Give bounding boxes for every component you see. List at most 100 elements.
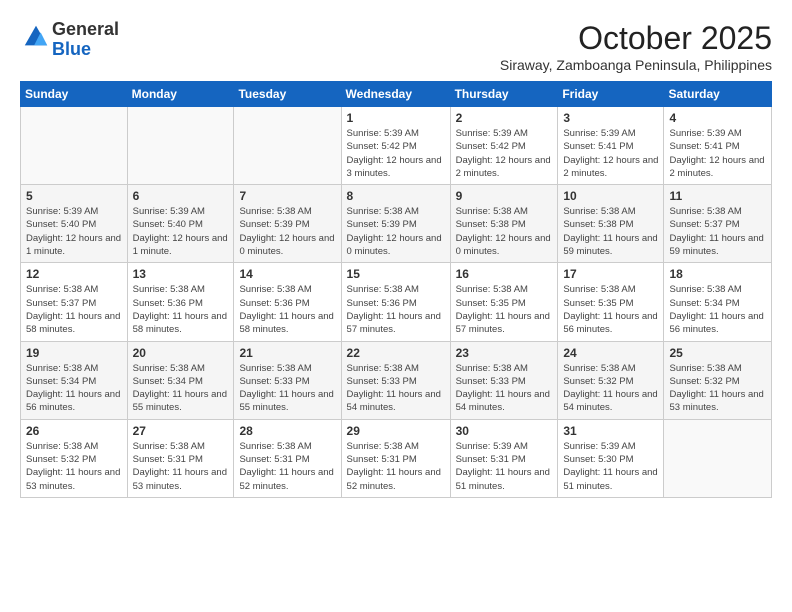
logo-blue: Blue [52,39,91,59]
calendar-cell: 20 Sunrise: 5:38 AMSunset: 5:34 PMDayligh… [127,341,234,419]
calendar-cell: 12 Sunrise: 5:38 AMSunset: 5:37 PMDayligh… [21,263,128,341]
calendar-cell: 19 Sunrise: 5:38 AMSunset: 5:34 PMDayligh… [21,341,128,419]
day-info: Sunrise: 5:39 AMSunset: 5:41 PMDaylight:… [563,127,658,180]
day-number: 15 [347,267,445,281]
calendar-table: SundayMondayTuesdayWednesdayThursdayFrid… [20,81,772,498]
title-section: October 2025 Siraway, Zamboanga Peninsul… [500,20,772,73]
weekday-header-sunday: Sunday [21,82,128,107]
calendar-week-row: 19 Sunrise: 5:38 AMSunset: 5:34 PMDayligh… [21,341,772,419]
day-number: 9 [456,189,553,203]
logo-text: General Blue [52,20,119,60]
calendar-cell: 24 Sunrise: 5:38 AMSunset: 5:32 PMDayligh… [558,341,664,419]
day-info: Sunrise: 5:39 AMSunset: 5:40 PMDaylight:… [26,205,122,258]
month-title: October 2025 [500,20,772,57]
day-number: 6 [133,189,229,203]
calendar-cell: 26 Sunrise: 5:38 AMSunset: 5:32 PMDayligh… [21,419,128,497]
calendar-cell [234,107,341,185]
day-number: 2 [456,111,553,125]
calendar-cell [21,107,128,185]
day-number: 4 [669,111,766,125]
day-info: Sunrise: 5:38 AMSunset: 5:33 PMDaylight:… [456,362,553,415]
calendar-cell: 22Sunrise: 5:38 AMSunset: 5:33 PMDayligh… [341,341,450,419]
weekday-header-tuesday: Tuesday [234,82,341,107]
day-info: Sunrise: 5:38 AMSunset: 5:39 PMDaylight:… [239,205,335,258]
calendar-cell: 29Sunrise: 5:38 AMSunset: 5:31 PMDayligh… [341,419,450,497]
day-number: 3 [563,111,658,125]
calendar-cell: 27Sunrise: 5:38 AMSunset: 5:31 PMDayligh… [127,419,234,497]
calendar-cell: 23 Sunrise: 5:38 AMSunset: 5:33 PMDayligh… [450,341,558,419]
day-info: Sunrise: 5:38 AMSunset: 5:36 PMDaylight:… [239,283,335,336]
calendar-cell: 3 Sunrise: 5:39 AMSunset: 5:41 PMDaylight… [558,107,664,185]
weekday-header-friday: Friday [558,82,664,107]
day-number: 24 [563,346,658,360]
day-number: 7 [239,189,335,203]
day-info: Sunrise: 5:38 AMSunset: 5:36 PMDaylight:… [347,283,445,336]
day-info: Sunrise: 5:38 AMSunset: 5:37 PMDaylight:… [26,283,122,336]
day-number: 22 [347,346,445,360]
day-number: 26 [26,424,122,438]
day-info: Sunrise: 5:38 AMSunset: 5:34 PMDaylight:… [133,362,229,415]
day-number: 11 [669,189,766,203]
day-info: Sunrise: 5:38 AMSunset: 5:35 PMDaylight:… [456,283,553,336]
day-number: 18 [669,267,766,281]
calendar-cell: 14 Sunrise: 5:38 AMSunset: 5:36 PMDayligh… [234,263,341,341]
weekday-header-thursday: Thursday [450,82,558,107]
calendar-cell: 4 Sunrise: 5:39 AMSunset: 5:41 PMDaylight… [664,107,772,185]
calendar-cell: 6 Sunrise: 5:39 AMSunset: 5:40 PMDaylight… [127,185,234,263]
calendar-cell: 28Sunrise: 5:38 AMSunset: 5:31 PMDayligh… [234,419,341,497]
day-number: 14 [239,267,335,281]
day-info: Sunrise: 5:38 AMSunset: 5:35 PMDaylight:… [563,283,658,336]
calendar-cell [664,419,772,497]
day-info: Sunrise: 5:39 AMSunset: 5:42 PMDaylight:… [456,127,553,180]
logo: General Blue [20,20,119,60]
day-info: Sunrise: 5:38 AMSunset: 5:31 PMDaylight:… [133,440,229,493]
calendar-cell: 31 Sunrise: 5:39 AMSunset: 5:30 PMDayligh… [558,419,664,497]
day-info: Sunrise: 5:39 AMSunset: 5:30 PMDaylight:… [563,440,658,493]
day-number: 13 [133,267,229,281]
day-info: Sunrise: 5:38 AMSunset: 5:38 PMDaylight:… [563,205,658,258]
day-info: Sunrise: 5:38 AMSunset: 5:36 PMDaylight:… [133,283,229,336]
day-info: Sunrise: 5:38 AMSunset: 5:34 PMDaylight:… [669,283,766,336]
calendar-cell: 10Sunrise: 5:38 AMSunset: 5:38 PMDayligh… [558,185,664,263]
day-info: Sunrise: 5:38 AMSunset: 5:34 PMDaylight:… [26,362,122,415]
day-info: Sunrise: 5:38 AMSunset: 5:32 PMDaylight:… [563,362,658,415]
weekday-header-saturday: Saturday [664,82,772,107]
calendar-week-row: 26 Sunrise: 5:38 AMSunset: 5:32 PMDayligh… [21,419,772,497]
day-number: 1 [347,111,445,125]
calendar-cell: 5Sunrise: 5:39 AMSunset: 5:40 PMDaylight… [21,185,128,263]
day-number: 12 [26,267,122,281]
calendar-week-row: 5Sunrise: 5:39 AMSunset: 5:40 PMDaylight… [21,185,772,263]
logo-general: General [52,19,119,39]
day-number: 30 [456,424,553,438]
calendar-cell: 7 Sunrise: 5:38 AMSunset: 5:39 PMDaylight… [234,185,341,263]
day-info: Sunrise: 5:38 AMSunset: 5:31 PMDaylight:… [239,440,335,493]
weekday-header-wednesday: Wednesday [341,82,450,107]
day-info: Sunrise: 5:38 AMSunset: 5:37 PMDaylight:… [669,205,766,258]
day-number: 8 [347,189,445,203]
day-number: 16 [456,267,553,281]
day-number: 17 [563,267,658,281]
calendar-week-row: 12 Sunrise: 5:38 AMSunset: 5:37 PMDayligh… [21,263,772,341]
day-number: 23 [456,346,553,360]
day-info: Sunrise: 5:38 AMSunset: 5:38 PMDaylight:… [456,205,553,258]
day-number: 20 [133,346,229,360]
day-info: Sunrise: 5:38 AMSunset: 5:39 PMDaylight:… [347,205,445,258]
calendar-cell: 16 Sunrise: 5:38 AMSunset: 5:35 PMDayligh… [450,263,558,341]
weekday-header-monday: Monday [127,82,234,107]
day-info: Sunrise: 5:39 AMSunset: 5:31 PMDaylight:… [456,440,553,493]
calendar-cell: 30 Sunrise: 5:39 AMSunset: 5:31 PMDayligh… [450,419,558,497]
day-info: Sunrise: 5:38 AMSunset: 5:31 PMDaylight:… [347,440,445,493]
calendar-cell: 1Sunrise: 5:39 AMSunset: 5:42 PMDaylight… [341,107,450,185]
day-info: Sunrise: 5:38 AMSunset: 5:32 PMDaylight:… [26,440,122,493]
day-number: 21 [239,346,335,360]
day-info: Sunrise: 5:39 AMSunset: 5:41 PMDaylight:… [669,127,766,180]
calendar-cell [127,107,234,185]
logo-icon [22,23,50,51]
weekday-header-row: SundayMondayTuesdayWednesdayThursdayFrid… [21,82,772,107]
calendar-cell: 15 Sunrise: 5:38 AMSunset: 5:36 PMDayligh… [341,263,450,341]
day-number: 31 [563,424,658,438]
calendar-cell: 8 Sunrise: 5:38 AMSunset: 5:39 PMDaylight… [341,185,450,263]
day-info: Sunrise: 5:39 AMSunset: 5:40 PMDaylight:… [133,205,229,258]
calendar-cell: 11 Sunrise: 5:38 AMSunset: 5:37 PMDayligh… [664,185,772,263]
day-number: 19 [26,346,122,360]
